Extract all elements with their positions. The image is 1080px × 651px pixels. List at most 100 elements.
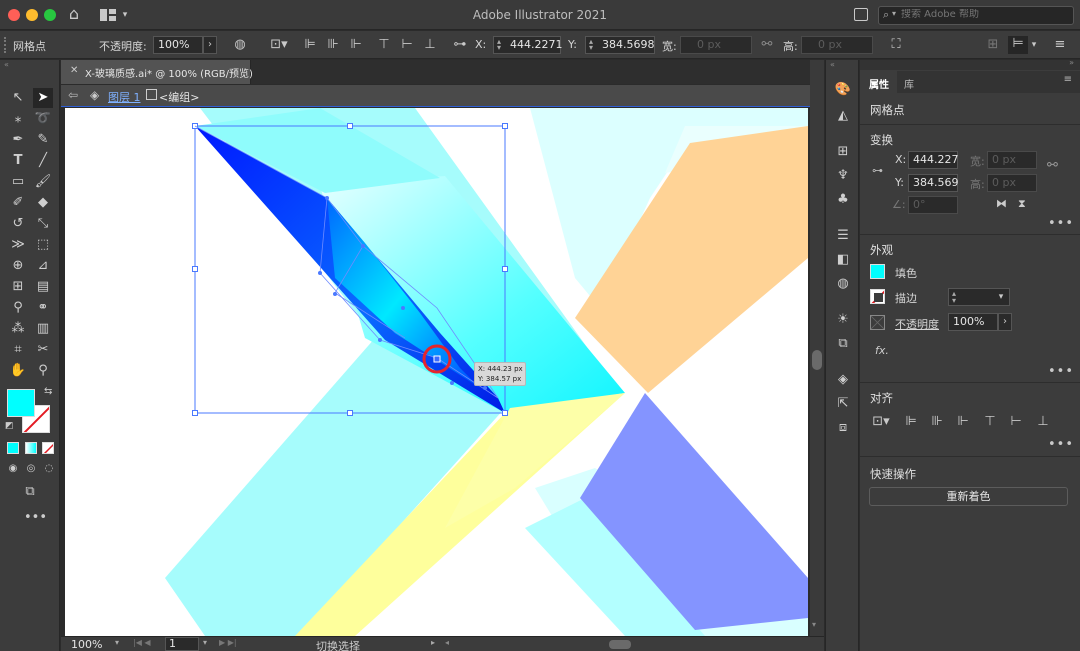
pen-tool-icon[interactable]: ✒: [8, 130, 28, 150]
link-icon[interactable]: ⚯: [758, 37, 776, 53]
horizontal-scroll-thumb[interactable]: [609, 640, 631, 649]
align-hcenter-icon[interactable]: ⊪: [929, 414, 945, 430]
mesh-anchor-point[interactable]: [433, 355, 441, 363]
transform-h-field[interactable]: 0 px: [987, 174, 1037, 192]
y-field[interactable]: 384.5698: [585, 36, 655, 54]
align-to-icon[interactable]: ⊡▾: [870, 414, 892, 430]
screen-mode-icon[interactable]: ⧉: [20, 482, 40, 502]
swap-colors-icon[interactable]: ⇆: [44, 386, 52, 397]
stepper-icon[interactable]: ▴ ▾: [952, 290, 956, 305]
brushes-icon[interactable]: ♆: [833, 166, 853, 186]
opacity-field[interactable]: 100%: [153, 36, 203, 54]
gradient-mode-icon[interactable]: [25, 442, 37, 454]
artboard-tool-icon[interactable]: ⌗: [8, 340, 28, 360]
artboards-panel-icon[interactable]: ⧈: [833, 418, 853, 438]
collapse-icon[interactable]: «: [4, 60, 9, 69]
align-to-icon[interactable]: ⊡▾: [268, 37, 290, 53]
transparency-icon[interactable]: ◍: [833, 274, 853, 294]
shape-builder-icon[interactable]: ⊕: [8, 256, 28, 276]
eraser-icon[interactable]: ◆: [33, 193, 53, 213]
symbol-sprayer-icon[interactable]: ⁂: [8, 319, 28, 339]
line-tool-icon[interactable]: ╱: [33, 151, 53, 171]
arrange-icon[interactable]: ⊞: [985, 37, 1001, 53]
panel-layout-icon[interactable]: [854, 8, 868, 21]
layers-panel-icon[interactable]: ◈: [833, 370, 853, 390]
opacity-label-panel[interactable]: 不透明度: [895, 316, 939, 332]
collapse-icon[interactable]: »: [1069, 58, 1074, 67]
artboard-number[interactable]: 1: [165, 637, 199, 651]
align-panel-icon[interactable]: ⊨: [1008, 36, 1028, 54]
reference-point-icon[interactable]: ⊶: [872, 164, 883, 177]
appearance-more-icon[interactable]: •••: [1048, 364, 1074, 379]
none-mode-icon[interactable]: [42, 442, 54, 454]
fill-swatch-front[interactable]: [7, 389, 35, 417]
color-guide-icon[interactable]: ◭: [833, 106, 853, 126]
collapse-icon[interactable]: «: [830, 60, 835, 69]
flip-vertical-icon[interactable]: ⧗: [1018, 197, 1026, 211]
tab-properties[interactable]: 属性: [860, 71, 897, 93]
align-vcenter-icon[interactable]: ⊢: [1008, 414, 1024, 430]
tab-libraries[interactable]: 库: [897, 71, 927, 93]
transform-x-field[interactable]: 444.227: [908, 151, 959, 169]
back-arrow-icon[interactable]: ⇦: [68, 88, 78, 102]
zoom-tool-icon[interactable]: ⚲: [33, 361, 53, 381]
next-artboard-icon[interactable]: ▶ ▶|: [219, 638, 237, 647]
eyedropper-icon[interactable]: ⚲: [8, 298, 28, 318]
close-tab-icon[interactable]: ✕: [70, 65, 78, 76]
align-right-icon[interactable]: ⊩: [955, 414, 971, 430]
document-tab[interactable]: ✕ X-玻璃质感.ai* @ 100% (RGB/预览): [61, 60, 253, 84]
rectangle-tool-icon[interactable]: ▭: [8, 172, 28, 192]
chevron-right-icon[interactable]: ›: [998, 313, 1012, 331]
chevron-down-icon[interactable]: ▾: [115, 638, 119, 647]
more-tools-icon[interactable]: •••: [24, 510, 47, 525]
draw-normal-icon[interactable]: ◉: [3, 459, 23, 479]
help-search-input[interactable]: [901, 9, 1071, 20]
width-field[interactable]: 0 px: [680, 36, 752, 54]
chevron-right-icon[interactable]: ›: [203, 36, 217, 54]
height-field[interactable]: 0 px: [801, 36, 873, 54]
chevron-down-icon[interactable]: ▾: [203, 638, 207, 647]
align-hcenter-icon[interactable]: ⊪: [325, 37, 341, 53]
breadcrumb-layer[interactable]: 图层 1: [108, 89, 141, 105]
color-panel-icon[interactable]: 🎨: [833, 80, 853, 100]
mesh-tool-icon[interactable]: ⊞: [8, 277, 28, 297]
color-mode-icon[interactable]: [7, 442, 19, 454]
magic-wand-icon[interactable]: ⁎: [8, 109, 28, 129]
transform-icon[interactable]: ⛶: [887, 37, 905, 53]
chevron-down-icon[interactable]: ▾: [993, 289, 1009, 305]
vertical-scrollbar[interactable]: ▾: [810, 60, 824, 636]
recolor-button[interactable]: 重新着色: [869, 487, 1068, 506]
hand-tool-icon[interactable]: ✋: [8, 361, 28, 381]
angle-field[interactable]: 0°: [908, 196, 958, 214]
align-more-icon[interactable]: •••: [1048, 437, 1074, 452]
breadcrumb-group[interactable]: <编组>: [159, 89, 199, 105]
scale-tool-icon[interactable]: ⤡: [33, 214, 53, 234]
draw-behind-icon[interactable]: ◎: [21, 459, 41, 479]
stroke-panel-icon[interactable]: ☰: [833, 226, 853, 246]
stepper-icon[interactable]: ▴ ▾: [589, 38, 593, 52]
align-bottom-icon[interactable]: ⊥: [1035, 414, 1051, 430]
align-top-icon[interactable]: ⊤: [376, 37, 392, 53]
chevron-down-icon[interactable]: ▾: [1029, 37, 1039, 53]
direct-selection-tool-icon[interactable]: ➤: [33, 88, 53, 108]
graphic-styles-icon[interactable]: ⧉: [833, 334, 853, 354]
fill-swatch-panel[interactable]: [870, 264, 885, 279]
align-left-icon[interactable]: ⊫: [903, 414, 919, 430]
selection-tool-icon[interactable]: ↖: [8, 88, 28, 108]
align-vcenter-icon[interactable]: ⊢: [399, 37, 415, 53]
transform-y-field[interactable]: 384.569: [908, 174, 959, 192]
opacity-field-panel[interactable]: 100%: [948, 313, 998, 331]
type-tool-icon[interactable]: T: [8, 151, 28, 171]
artboard-canvas[interactable]: X: 444.23 px Y: 384.57 px: [65, 108, 808, 636]
link-icon[interactable]: ⚯: [1047, 158, 1058, 173]
rotate-tool-icon[interactable]: ↺: [8, 214, 28, 234]
help-search[interactable]: ⌕ ▾: [878, 6, 1074, 25]
first-artboard-icon[interactable]: |◀ ◀: [133, 638, 151, 647]
flip-horizontal-icon[interactable]: ⧓: [996, 197, 1007, 210]
scroll-left-icon[interactable]: ◂: [445, 638, 449, 647]
transform-more-icon[interactable]: •••: [1048, 216, 1074, 231]
panel-menu-icon[interactable]: ≡: [1064, 74, 1072, 85]
align-right-icon[interactable]: ⊩: [348, 37, 364, 53]
recolor-icon[interactable]: ◍: [232, 37, 248, 53]
shaper-tool-icon[interactable]: ✐: [8, 193, 28, 213]
